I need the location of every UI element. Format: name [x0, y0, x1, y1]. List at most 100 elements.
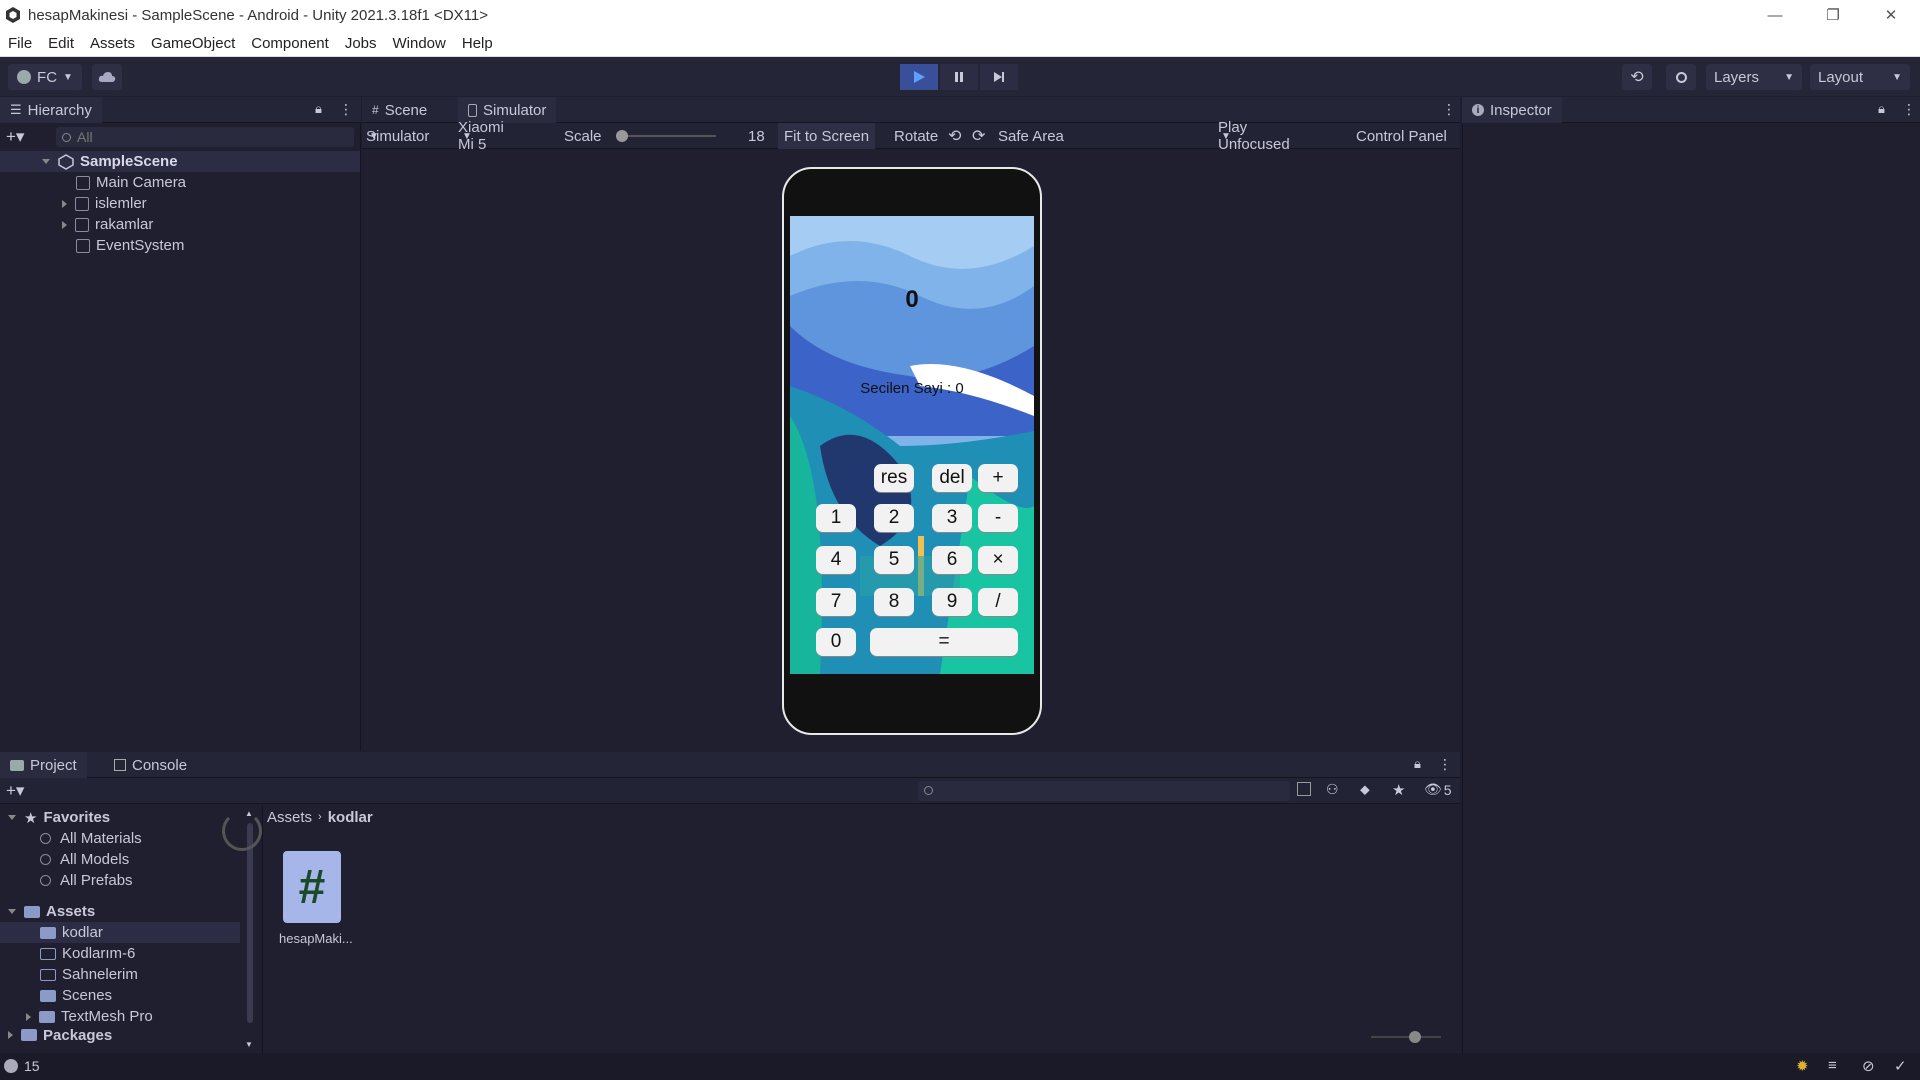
add-icon[interactable]: +▾: [6, 781, 24, 801]
expand-icon[interactable]: [8, 909, 16, 914]
add-icon[interactable]: +▾: [6, 127, 24, 147]
project-search[interactable]: [918, 781, 1290, 801]
check-icon[interactable]: ✓: [1894, 1057, 1907, 1075]
maximize-button[interactable]: ❐: [1804, 0, 1862, 30]
expand-icon[interactable]: [62, 199, 67, 208]
status-count[interactable]: 15: [24, 1058, 40, 1074]
layers-stack-icon[interactable]: ≡: [1828, 1057, 1837, 1074]
tab-console[interactable]: Console: [104, 752, 197, 778]
hierarchy-item-rakamlar[interactable]: rakamlar: [0, 214, 360, 235]
rotate-right-icon[interactable]: ⟳: [972, 123, 985, 149]
menu-help[interactable]: Help: [454, 35, 501, 52]
hierarchy-item-eventsystem[interactable]: EventSystem: [0, 235, 360, 256]
digit-0-button[interactable]: 0: [816, 628, 856, 656]
lock-icon[interactable]: 🔒︎: [1878, 101, 1885, 117]
control-panel-button[interactable]: Control Panel: [1356, 123, 1447, 149]
slider-thumb[interactable]: [616, 130, 628, 142]
expand-icon[interactable]: [62, 220, 67, 229]
slider-thumb[interactable]: [1409, 1031, 1421, 1043]
tab-hierarchy[interactable]: ☰ Hierarchy: [0, 97, 102, 123]
tab-inspector[interactable]: i Inspector: [1462, 97, 1562, 123]
equals-button[interactable]: =: [870, 628, 1018, 656]
hidden-packages-toggle[interactable]: 👁︎ 5: [1424, 781, 1452, 798]
delete-button[interactable]: del: [932, 464, 972, 492]
menu-gameobject[interactable]: GameObject: [143, 35, 243, 52]
hierarchy-item-islemler[interactable]: islemler: [0, 193, 360, 214]
type-filter-icon[interactable]: ⚇: [1326, 781, 1339, 798]
reset-button[interactable]: res: [874, 464, 914, 492]
breadcrumb-kodlar[interactable]: kodlar: [328, 809, 373, 826]
minus-button[interactable]: -: [978, 504, 1018, 532]
menu-component[interactable]: Component: [243, 35, 337, 52]
folder-kodlar[interactable]: kodlar: [0, 922, 240, 943]
folder-sahnelerim[interactable]: Sahnelerim: [40, 964, 138, 985]
game-screen[interactable]: 0 Secilen Sayi : 0 res del + 1 2 3 - 4 5…: [790, 216, 1034, 674]
packages-row[interactable]: Packages: [8, 1027, 112, 1043]
more-icon[interactable]: ⋮: [1442, 101, 1456, 118]
digit-6-button[interactable]: 6: [932, 546, 972, 574]
filter-icon[interactable]: [1297, 782, 1311, 796]
scale-slider[interactable]: [616, 123, 716, 149]
multiply-button[interactable]: ×: [978, 546, 1018, 574]
digit-8-button[interactable]: 8: [874, 588, 914, 616]
play-button[interactable]: [900, 64, 938, 90]
digit-4-button[interactable]: 4: [816, 546, 856, 574]
pause-button[interactable]: [940, 64, 978, 90]
lock-icon[interactable]: 🔒︎: [1414, 756, 1421, 772]
account-dropdown[interactable]: FC ▼: [8, 64, 82, 90]
plus-button[interactable]: +: [978, 464, 1018, 492]
digit-5-button[interactable]: 5: [874, 546, 914, 574]
menu-assets[interactable]: Assets: [82, 35, 143, 52]
icon-size-slider[interactable]: [1371, 1031, 1441, 1043]
assets-row[interactable]: Assets: [8, 901, 95, 922]
scrollbar-thumb[interactable]: [247, 823, 253, 1023]
more-icon[interactable]: ⋮: [1438, 756, 1452, 773]
fit-to-screen-button[interactable]: Fit to Screen: [778, 123, 876, 149]
star-icon[interactable]: ★: [1392, 781, 1405, 799]
digit-3-button[interactable]: 3: [932, 504, 972, 532]
history-button[interactable]: ⟲: [1622, 64, 1652, 90]
tab-scene[interactable]: # Scene: [362, 97, 437, 123]
menu-edit[interactable]: Edit: [40, 35, 82, 52]
scene-row[interactable]: SampleScene: [0, 151, 360, 172]
more-icon[interactable]: ⋮: [339, 101, 353, 118]
hierarchy-item-main-camera[interactable]: Main Camera: [0, 172, 360, 193]
favorite-all-materials[interactable]: All Materials: [40, 828, 142, 849]
safe-area-button[interactable]: Safe Area: [998, 123, 1064, 149]
breadcrumb-assets[interactable]: Assets: [267, 809, 312, 826]
scroll-down-icon[interactable]: ▼: [245, 1040, 253, 1049]
folder-textmesh-pro[interactable]: TextMesh Pro: [26, 1006, 153, 1027]
lock-icon[interactable]: 🔒︎: [315, 101, 322, 117]
close-button[interactable]: ✕: [1862, 0, 1920, 30]
network-icon[interactable]: ⊘: [1862, 1057, 1875, 1075]
digit-1-button[interactable]: 1: [816, 504, 856, 532]
folder-kodlarim-6[interactable]: Kodlarım-6: [40, 943, 135, 964]
minimize-button[interactable]: —: [1746, 0, 1804, 30]
rotate-left-icon[interactable]: ⟲: [948, 123, 961, 149]
menu-window[interactable]: Window: [385, 35, 454, 52]
folder-scenes[interactable]: Scenes: [40, 985, 112, 1006]
script-asset[interactable]: # hesapMaki...: [279, 851, 353, 946]
hierarchy-search[interactable]: All: [56, 127, 354, 147]
bug-icon[interactable]: ✹: [1796, 1057, 1809, 1075]
layout-dropdown[interactable]: Layout ▼: [1810, 64, 1910, 90]
divide-button[interactable]: /: [978, 588, 1018, 616]
digit-9-button[interactable]: 9: [932, 588, 972, 616]
more-icon[interactable]: ⋮: [1902, 101, 1916, 118]
layers-dropdown[interactable]: Layers ▼: [1706, 64, 1802, 90]
expand-icon[interactable]: [8, 815, 16, 820]
expand-icon[interactable]: [42, 159, 50, 164]
digit-7-button[interactable]: 7: [816, 588, 856, 616]
favorite-all-models[interactable]: All Models: [40, 849, 129, 870]
digit-2-button[interactable]: 2: [874, 504, 914, 532]
step-button[interactable]: [980, 64, 1018, 90]
label-filter-icon[interactable]: ⬥: [1360, 781, 1370, 798]
expand-icon[interactable]: [26, 1012, 31, 1021]
tab-project[interactable]: Project: [0, 752, 87, 778]
menu-jobs[interactable]: Jobs: [337, 35, 385, 52]
favorites-row[interactable]: ★ Favorites: [8, 807, 110, 828]
search-button[interactable]: [1666, 64, 1696, 90]
expand-icon[interactable]: [8, 1031, 13, 1039]
cloud-button[interactable]: [92, 64, 122, 90]
menu-file[interactable]: File: [0, 35, 40, 52]
